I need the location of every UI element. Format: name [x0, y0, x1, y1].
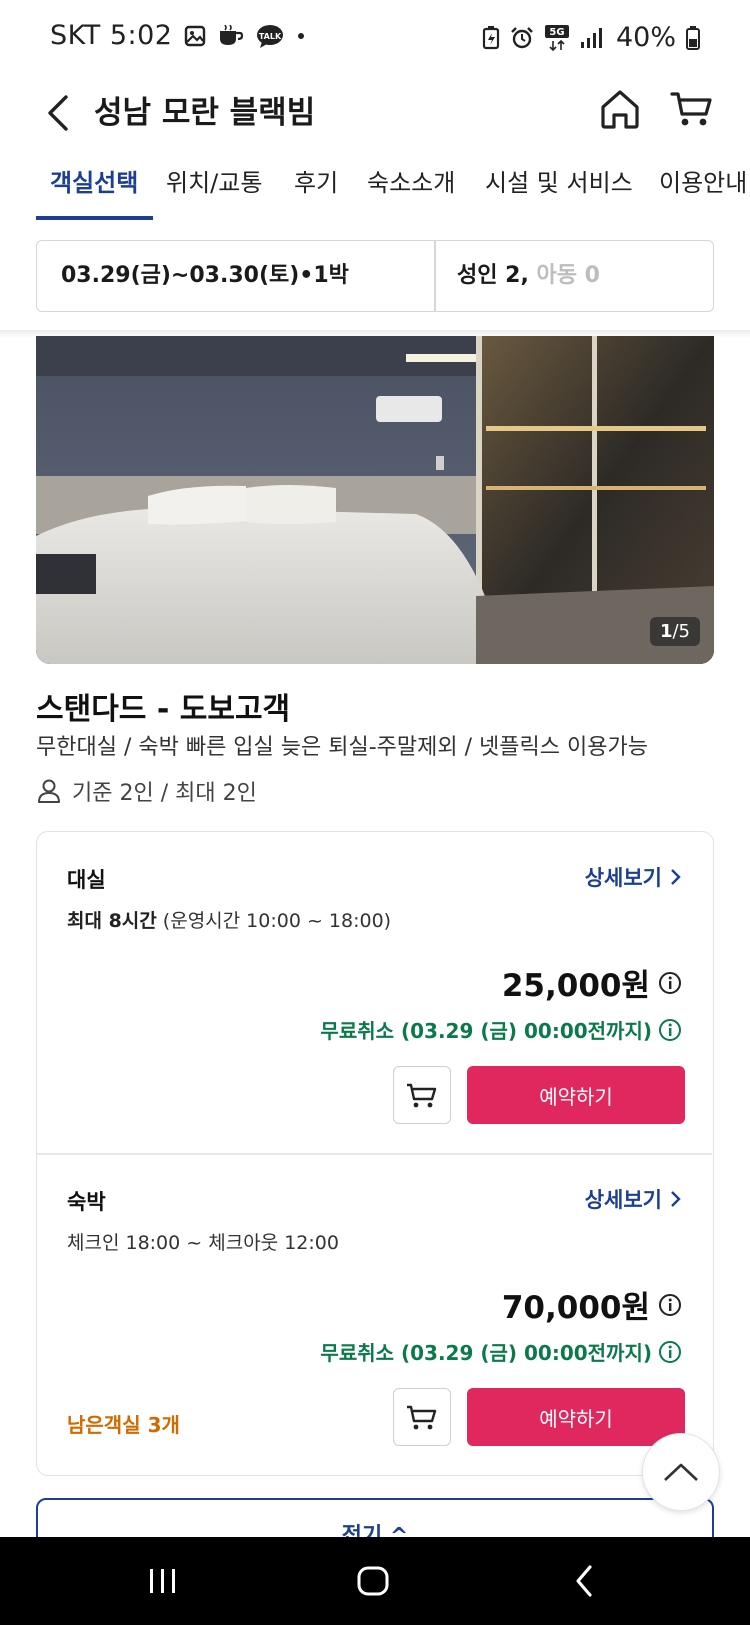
cart-icon: [670, 92, 712, 126]
photo-current: 1: [659, 621, 673, 642]
tab-bar: 객실선택 위치/교통 후기 숙소소개 시설 및 서비스 이용안내: [0, 160, 750, 220]
add-to-cart-button[interactable]: [393, 1388, 451, 1446]
rate-hours: 체크인 18:00 ~ 체크아웃 12:00: [67, 1228, 339, 1255]
talk-icon: TALK: [256, 24, 284, 48]
capacity-text: 기준 2인 / 최대 2인: [72, 781, 257, 806]
rate-options-card: 대실 상세보기 최대 8시간 (운영시간 10:00 ~ 18:00) 25,0…: [36, 831, 714, 1476]
person-icon: [38, 779, 60, 803]
rate-daytime: 대실 상세보기 최대 8시간 (운영시간 10:00 ~ 18:00) 25,0…: [37, 832, 712, 1152]
guest-selector[interactable]: 성인 2, 아동 0: [457, 241, 600, 311]
adults-count: 성인 2,: [457, 263, 529, 288]
back-button[interactable]: [40, 88, 80, 138]
status-right: 5G 40%: [482, 22, 700, 53]
room-image: [36, 336, 714, 664]
divider: [434, 241, 436, 311]
reserve-button[interactable]: 예약하기: [467, 1066, 685, 1124]
network-label: 5G: [549, 27, 564, 38]
add-to-cart-button[interactable]: [393, 1066, 451, 1124]
date-range-selector[interactable]: 03.29(금)~03.30(토)•1박: [61, 241, 349, 311]
reserve-button[interactable]: 예약하기: [467, 1388, 685, 1446]
tab-info[interactable]: 이용안내: [659, 160, 747, 220]
tab-location[interactable]: 위치/교통: [166, 160, 262, 220]
rate-overnight: 숙박 상세보기 체크인 18:00 ~ 체크아웃 12:00 70,000원 무…: [37, 1154, 712, 1474]
free-cancel: 무료취소 (03.29 (금) 00:00전까지): [320, 1015, 682, 1044]
chevron-up-icon: [664, 1463, 698, 1481]
scroll-to-top-button[interactable]: [642, 1433, 720, 1511]
chevron-left-icon: [48, 95, 68, 131]
chevron-right-icon: [671, 1191, 681, 1207]
rate-hours: 최대 8시간 (운영시간 10:00 ~ 18:00): [67, 906, 391, 933]
chevron-right-icon: [671, 869, 681, 885]
tab-reviews[interactable]: 후기: [294, 160, 338, 220]
detail-link[interactable]: 상세보기: [585, 862, 682, 892]
svg-text:TALK: TALK: [259, 32, 282, 41]
gallery-icon: [184, 25, 206, 47]
page-title: 성남 모란 블랙빔: [94, 95, 316, 131]
rate-hours-detail: 체크인 18:00 ~ 체크아웃 12:00: [67, 1232, 339, 1254]
battery-icon: [686, 25, 700, 50]
status-bar: SKT 5:02 TALK 5G 40%: [0, 0, 750, 78]
room-photo[interactable]: 1/5: [36, 336, 714, 664]
room-description: 무한대실 / 숙박 빠른 입실 늦은 퇴실-주말제외 / 넷플릭스 이용가능: [36, 735, 648, 760]
price: 25,000원: [502, 960, 682, 1005]
tab-active-indicator: [36, 216, 153, 220]
detail-label: 상세보기: [584, 1188, 662, 1212]
free-cancel: 무료취소 (03.29 (금) 00:00전까지): [320, 1337, 682, 1366]
detail-label: 상세보기: [584, 866, 662, 890]
coffee-icon: [218, 24, 244, 47]
cart-icon: [407, 1405, 437, 1430]
network-5g-icon: 5G: [544, 24, 570, 52]
free-cancel-text: 무료취소 (03.29 (금) 00:00전까지): [320, 1019, 652, 1043]
rate-title: 대실: [67, 868, 106, 892]
back-nav-button[interactable]: [555, 1559, 615, 1603]
home-button[interactable]: [598, 84, 642, 134]
rate-title: 숙박: [67, 1190, 106, 1214]
info-icon[interactable]: [658, 1293, 682, 1317]
rate-hours-bold: 최대 8시간: [67, 910, 157, 932]
dot-icon: [296, 31, 306, 41]
room-name: 스탠다드 - 도보고객: [36, 692, 291, 727]
system-nav-bar: [0, 1537, 750, 1625]
price-value: 25,000원: [501, 968, 650, 1004]
tab-room-select[interactable]: 객실선택: [50, 160, 138, 220]
home-icon: [601, 90, 639, 129]
status-time: SKT 5:02: [50, 20, 173, 51]
room-capacity: 기준 2인 / 최대 2인: [36, 775, 257, 807]
detail-link[interactable]: 상세보기: [585, 1184, 682, 1214]
rate-hours-detail: (운영시간 10:00 ~ 18:00): [156, 910, 392, 932]
tab-intro[interactable]: 숙소소개: [367, 160, 455, 220]
photo-total: /5: [672, 621, 690, 642]
cart-button[interactable]: [670, 84, 714, 134]
photo-counter: 1/5: [649, 617, 700, 646]
free-cancel-text: 무료취소 (03.29 (금) 00:00전까지): [320, 1341, 652, 1365]
status-left: SKT 5:02 TALK: [50, 20, 306, 51]
home-nav-button[interactable]: [343, 1559, 403, 1603]
info-icon[interactable]: [658, 1018, 682, 1042]
recent-apps-icon: [150, 1569, 175, 1593]
rooms-left: 남은객실 3개: [67, 1413, 180, 1437]
app-header: 성남 모란 블랙빔: [0, 78, 750, 168]
signal-icon: [580, 27, 606, 49]
search-summary: 03.29(금)~03.30(토)•1박 성인 2, 아동 0: [36, 240, 714, 312]
back-icon: [576, 1565, 592, 1597]
alarm-icon: [510, 26, 534, 50]
info-icon[interactable]: [658, 971, 682, 995]
price-value: 70,000원: [501, 1290, 650, 1326]
info-icon[interactable]: [658, 1340, 682, 1364]
recent-apps-button[interactable]: [133, 1559, 193, 1603]
home-square-icon: [357, 1566, 389, 1596]
cart-icon: [407, 1083, 437, 1108]
tab-facilities[interactable]: 시설 및 서비스: [485, 160, 633, 220]
price: 70,000원: [502, 1282, 682, 1327]
battery-percent: 40%: [615, 22, 676, 53]
children-count: 아동 0: [528, 263, 600, 288]
battery-saver-icon: [482, 25, 500, 50]
